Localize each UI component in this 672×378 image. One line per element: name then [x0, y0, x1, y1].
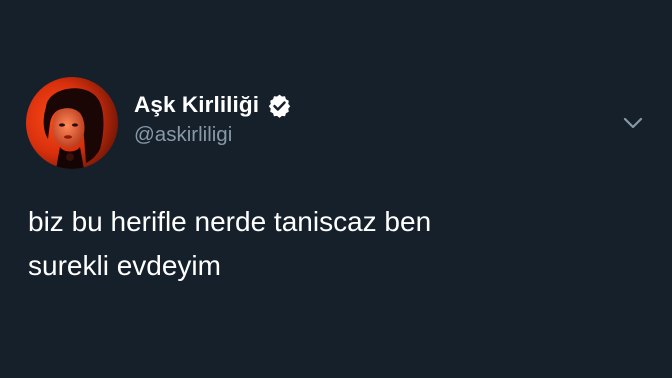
avatar-photo-icon — [26, 77, 118, 169]
tweet-text-line: surekli evdeyim — [28, 250, 221, 281]
author-block: Aşk Kirliliği @askirliligi — [134, 90, 292, 147]
author-name-row: Aşk Kirliliği — [134, 90, 292, 120]
verified-badge-icon — [267, 93, 292, 118]
tweet-card: Aşk Kirliliği @askirliligi biz bu herifl… — [0, 0, 672, 378]
avatar[interactable] — [26, 77, 118, 169]
tweet-text: biz bu herifle nerde taniscaz ben surekl… — [28, 200, 638, 288]
tweet-text-line: biz bu herifle nerde taniscaz ben — [28, 206, 432, 237]
chevron-down-icon[interactable] — [620, 112, 646, 134]
author-handle[interactable]: @askirliligi — [134, 123, 292, 147]
author-display-name[interactable]: Aşk Kirliliği — [134, 92, 259, 118]
